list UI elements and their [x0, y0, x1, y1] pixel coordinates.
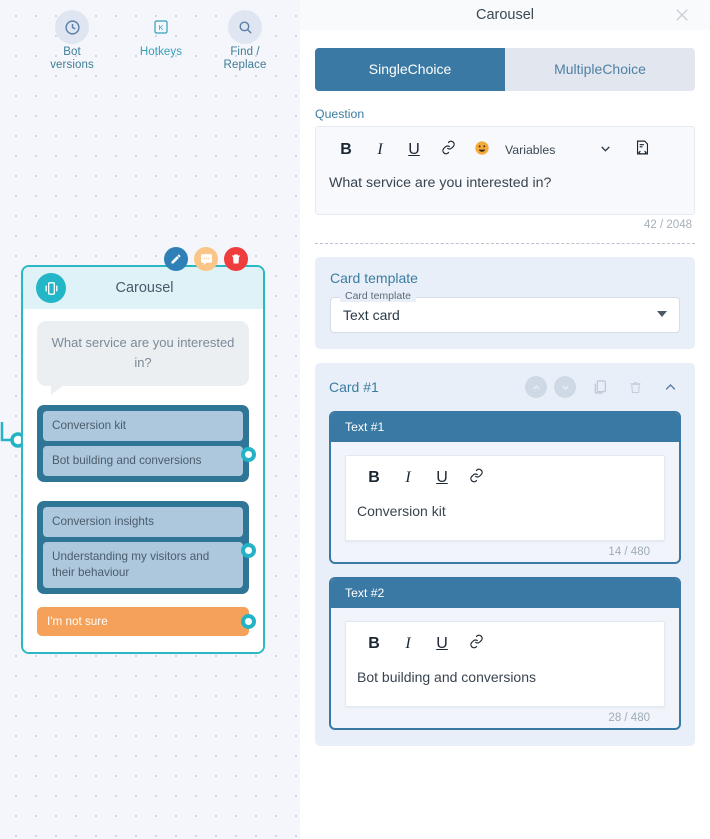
bold-button[interactable]: B	[329, 141, 363, 159]
delete-node-button[interactable]	[224, 247, 248, 271]
card-template-select[interactable]: Card template Text card	[330, 290, 680, 333]
node-title: Carousel	[115, 280, 174, 296]
node-question-bubble: What service are you interested in?	[37, 321, 249, 395]
node-fallback-label: I'm not sure	[47, 615, 108, 628]
node-card-option[interactable]: Bot building and conversions	[43, 446, 243, 476]
toolbar-label-line2: versions	[50, 59, 94, 71]
text-block-header: Text #1	[331, 413, 679, 442]
history-icon	[55, 10, 89, 44]
card-section-header: Card #1	[329, 376, 681, 398]
section-divider	[315, 243, 695, 244]
question-editor[interactable]: B I U Variables What service are you int…	[315, 126, 695, 215]
bold-button[interactable]: B	[357, 635, 391, 653]
text-block-rte-toolbar: B I U	[357, 631, 653, 657]
close-icon[interactable]	[673, 6, 691, 24]
card-section: Card #1 Text #1 B I U Conversion kit 14 …	[315, 363, 695, 746]
text-block-value[interactable]: Conversion kit	[357, 503, 653, 519]
link-icon[interactable]	[459, 634, 493, 654]
question-counter: 42 / 2048	[644, 219, 692, 231]
text-block-body: B I U Conversion kit 14 / 480	[331, 442, 679, 562]
question-label: Question	[315, 107, 365, 121]
question-rte-toolbar: B I U Variables	[329, 137, 681, 163]
page-title: Carousel	[475, 7, 535, 23]
node-output-port[interactable]	[241, 447, 256, 462]
node-output-port[interactable]	[241, 614, 256, 629]
node-card-group[interactable]: Conversion insights Understanding my vis…	[37, 501, 256, 594]
node-action-buttons	[164, 247, 248, 271]
app-root: Bot versions K Hotkeys Find / Replace Ca…	[0, 0, 710, 839]
choice-type-tabs: SingleChoice MultipleChoice	[315, 48, 695, 91]
node-card-option[interactable]: Conversion kit	[43, 411, 243, 441]
node-card-group[interactable]: Conversion kit Bot building and conversi…	[37, 405, 256, 482]
node-card-option[interactable]: Understanding my visitors and their beha…	[43, 542, 243, 588]
text-block-rte-toolbar: B I U	[357, 465, 653, 491]
svg-text:K: K	[158, 23, 163, 32]
node-fallback-option[interactable]: I'm not sure	[37, 607, 256, 636]
card-title: Card #1	[329, 379, 379, 395]
collapse-card-icon[interactable]	[659, 376, 681, 398]
emoji-icon[interactable]	[465, 140, 499, 161]
italic-button[interactable]: I	[391, 635, 425, 653]
text-block-header: Text #2	[331, 579, 679, 608]
toolbar-label-line2: Replace	[223, 59, 267, 71]
italic-button[interactable]: I	[391, 469, 425, 487]
panel-header: Carousel	[300, 0, 710, 30]
delete-card-icon[interactable]	[624, 376, 646, 398]
move-card-up-button[interactable]	[525, 376, 547, 398]
chevron-down-icon[interactable]	[657, 311, 667, 317]
text-block-counter: 28 / 480	[608, 712, 650, 724]
node-card-option[interactable]: Conversion insights	[43, 507, 243, 537]
edit-node-button[interactable]	[164, 247, 188, 271]
card-template-value: Text card	[343, 307, 400, 323]
link-icon[interactable]	[431, 140, 465, 160]
text-block-editor[interactable]: B I U Conversion kit	[345, 455, 665, 541]
variables-dropdown[interactable]: Variables	[505, 143, 555, 157]
text-block-value[interactable]: Bot building and conversions	[357, 669, 653, 685]
tab-multiple-choice[interactable]: MultipleChoice	[505, 48, 695, 91]
chevron-down-icon[interactable]	[599, 142, 612, 158]
underline-button[interactable]: U	[425, 469, 459, 487]
comment-node-button[interactable]	[194, 247, 218, 271]
carousel-node[interactable]: Carousel What service are you interested…	[21, 265, 265, 654]
toolbar-item-bot-versions[interactable]: Bot versions	[29, 0, 115, 72]
duplicate-card-icon[interactable]	[589, 376, 611, 398]
properties-panel: Carousel SingleChoice MultipleChoice Que…	[300, 0, 710, 839]
canvas-toolbar: Bot versions K Hotkeys Find / Replace	[0, 0, 300, 76]
question-value[interactable]: What service are you interested in?	[329, 175, 681, 191]
text-block-editor[interactable]: B I U Bot building and conversions	[345, 621, 665, 707]
carousel-icon	[36, 273, 66, 303]
toolbar-label-line1: Hotkeys	[139, 46, 183, 58]
text-block: Text #1 B I U Conversion kit 14 / 480	[329, 411, 681, 564]
italic-button[interactable]: I	[363, 141, 397, 159]
underline-button[interactable]: U	[425, 635, 459, 653]
code-snippet-icon[interactable]	[634, 139, 651, 161]
move-card-down-button[interactable]	[554, 376, 576, 398]
text-block: Text #2 B I U Bot building and conversio…	[329, 577, 681, 730]
link-icon[interactable]	[459, 468, 493, 488]
toolbar-item-hotkeys[interactable]: K Hotkeys	[118, 0, 204, 59]
toolbar-item-find-replace[interactable]: Find / Replace	[202, 0, 288, 72]
toolbar-label-line1: Find /	[230, 46, 260, 58]
text-block-counter: 14 / 480	[608, 546, 650, 558]
bold-button[interactable]: B	[357, 469, 391, 487]
flow-canvas[interactable]: Bot versions K Hotkeys Find / Replace Ca…	[0, 0, 300, 839]
text-block-body: B I U Bot building and conversions 28 / …	[331, 608, 679, 728]
keyboard-key-icon: K	[144, 10, 178, 44]
card-template-section: Card template Card template Text card	[315, 257, 695, 349]
node-body: What service are you interested in? Conv…	[23, 309, 263, 652]
search-icon	[228, 10, 262, 44]
tab-single-choice[interactable]: SingleChoice	[315, 48, 505, 91]
card-template-legend: Card template	[340, 290, 416, 302]
underline-button[interactable]: U	[397, 141, 431, 159]
node-output-port[interactable]	[241, 543, 256, 558]
card-template-title: Card template	[330, 270, 418, 286]
toolbar-label-line1: Bot	[63, 46, 81, 58]
node-header: Carousel	[23, 267, 263, 309]
